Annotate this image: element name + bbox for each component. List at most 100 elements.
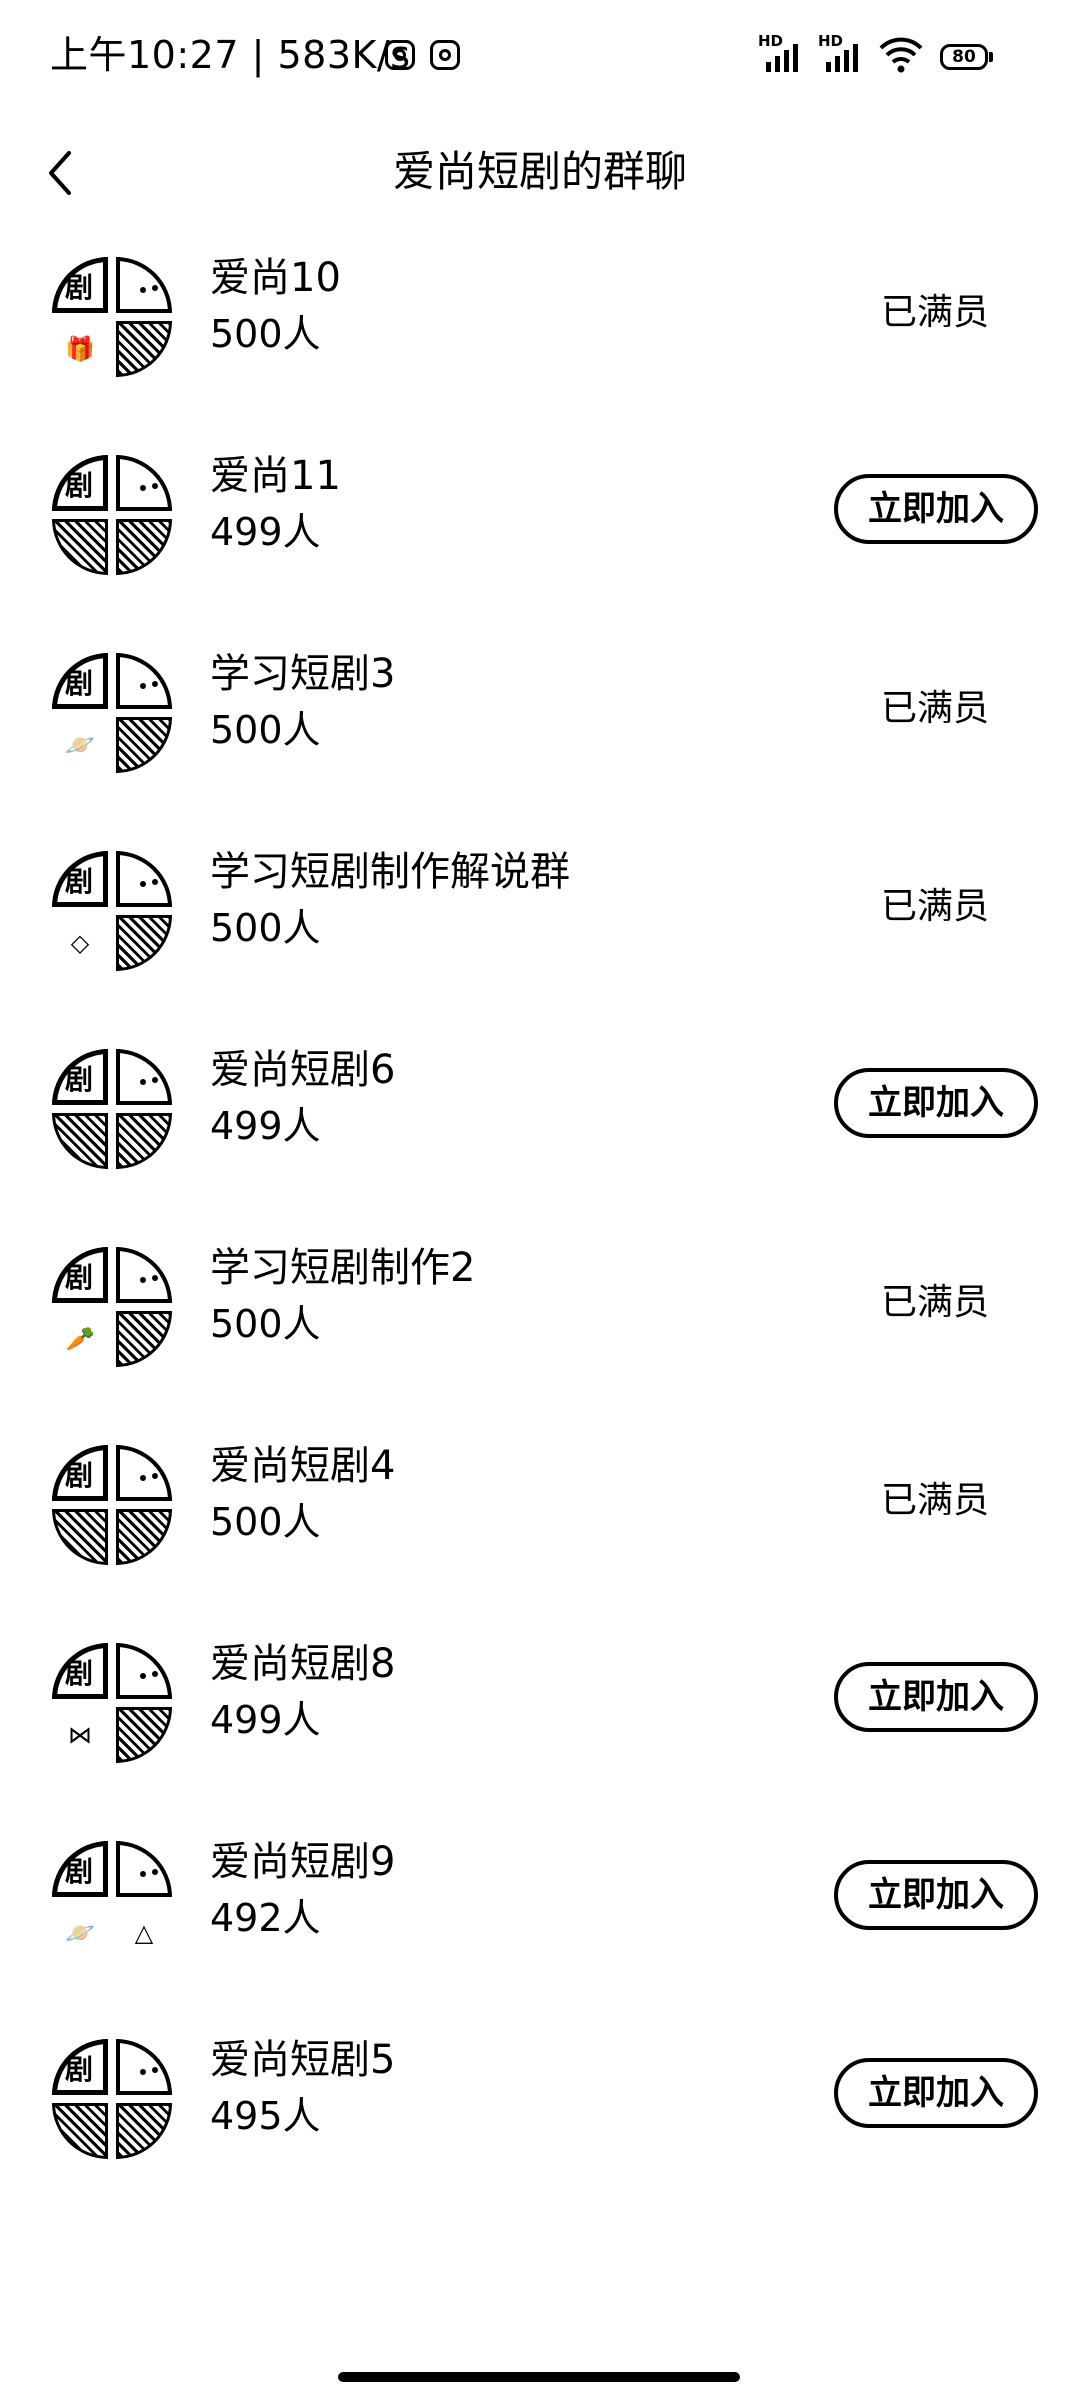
group-row[interactable]: 剧 ◇ 学习短剧制作解说群 500人 已满员: [0, 834, 1080, 1032]
cartoon-face-icon: [116, 1445, 172, 1501]
logo-icon: 剧: [52, 1049, 108, 1105]
cartoon-face-icon: [116, 1643, 172, 1699]
member-photo: [116, 1113, 172, 1169]
group-avatar: 剧: [52, 1445, 172, 1565]
notification-camera-icon: [430, 40, 460, 70]
join-button[interactable]: 立即加入: [834, 474, 1038, 544]
join-button[interactable]: 立即加入: [834, 1068, 1038, 1138]
member-photo: [116, 2103, 172, 2159]
logo-icon: 剧: [52, 653, 108, 709]
join-button[interactable]: 立即加入: [834, 1662, 1038, 1732]
cartoon-face-icon: [116, 1049, 172, 1105]
logo-icon: 剧: [52, 455, 108, 511]
group-row[interactable]: 剧 🪐 学习短剧3 500人 已满员: [0, 636, 1080, 834]
bow-icon: ⋈: [52, 1707, 108, 1763]
group-avatar: 剧 🎁: [52, 257, 172, 377]
screen: 上午10:27 | 583K/s HD HD 80 爱尚短剧的群聊 剧 🎁 爱尚…: [0, 0, 1080, 2400]
cartoon-face-icon: [116, 1247, 172, 1303]
member-photo: [116, 717, 172, 773]
group-name: 爱尚10: [210, 255, 341, 301]
group-full-label: 已满员: [880, 886, 989, 927]
logo-icon: 剧: [52, 2039, 108, 2095]
diamond-icon: ◇: [52, 915, 108, 971]
member-photo: [52, 2103, 108, 2159]
planet-icon: 🪐: [52, 717, 108, 773]
group-name: 爱尚11: [210, 453, 341, 499]
signal2-label: HD: [818, 32, 844, 50]
home-indicator[interactable]: [338, 2372, 740, 2382]
group-avatar: 剧 🪐 △: [52, 1841, 172, 1961]
carrot-icon: 🥕: [52, 1311, 108, 1367]
member-count: 500人: [210, 708, 321, 752]
group-name: 爱尚短剧6: [210, 1047, 396, 1093]
member-photo: [116, 915, 172, 971]
member-count: 495人: [210, 2094, 321, 2138]
group-name: 爱尚短剧4: [210, 1443, 396, 1489]
group-full-label: 已满员: [880, 688, 989, 729]
battery-level: 80: [940, 44, 988, 70]
member-photo: [52, 519, 108, 575]
watermelon-icon: △: [116, 1905, 172, 1961]
logo-icon: 剧: [52, 1445, 108, 1501]
group-name: 学习短剧3: [210, 651, 396, 697]
member-count: 499人: [210, 1698, 321, 1742]
member-count: 499人: [210, 1104, 321, 1148]
group-avatar: 剧: [52, 1049, 172, 1169]
logo-icon: 剧: [52, 1643, 108, 1699]
group-row[interactable]: 剧 爱尚11 499人 立即加入: [0, 438, 1080, 636]
notification-app-icon: [385, 40, 415, 70]
group-avatar: 剧: [52, 2039, 172, 2159]
cartoon-face-icon: [116, 1841, 172, 1897]
logo-icon: 剧: [52, 851, 108, 907]
page-title: 爱尚短剧的群聊: [392, 147, 687, 196]
group-name: 爱尚短剧8: [210, 1641, 396, 1687]
group-avatar: 剧 🪐: [52, 653, 172, 773]
group-name: 爱尚短剧5: [210, 2037, 396, 2083]
member-photo: [116, 519, 172, 575]
group-row[interactable]: 剧 爱尚短剧6 499人 立即加入: [0, 1032, 1080, 1230]
member-count: 500人: [210, 1500, 321, 1544]
group-avatar: 剧 ⋈: [52, 1643, 172, 1763]
title-bar: 爱尚短剧的群聊: [0, 110, 1080, 240]
status-time: 上午10:27: [50, 33, 240, 77]
group-list: 剧 🎁 爱尚10 500人 已满员剧爱尚11 499人 立即加入剧 🪐 学习短剧3 500人 已满员…: [0, 240, 1080, 2220]
group-avatar: 剧: [52, 455, 172, 575]
join-button[interactable]: 立即加入: [834, 2058, 1038, 2128]
logo-icon: 剧: [52, 257, 108, 313]
group-name: 学习短剧制作2: [210, 1245, 476, 1291]
member-photo: [116, 1509, 172, 1565]
group-row[interactable]: 剧 🪐 △ 爱尚短剧9 492人 立即加入: [0, 1824, 1080, 2022]
cartoon-face-icon: [116, 455, 172, 511]
member-count: 500人: [210, 906, 321, 950]
logo-icon: 剧: [52, 1247, 108, 1303]
group-avatar: 剧 ◇: [52, 851, 172, 971]
signal1-label: HD: [758, 32, 784, 50]
member-photo: [116, 1311, 172, 1367]
member-photo: [116, 1707, 172, 1763]
member-count: 500人: [210, 1302, 321, 1346]
group-name: 学习短剧制作解说群: [210, 849, 570, 895]
group-name: 爱尚短剧9: [210, 1839, 396, 1885]
group-row[interactable]: 剧 ⋈ 爱尚短剧8 499人 立即加入: [0, 1626, 1080, 1824]
member-photo: [52, 1509, 108, 1565]
cartoon-face-icon: [116, 851, 172, 907]
member-count: 500人: [210, 312, 321, 356]
group-avatar: 剧 🥕: [52, 1247, 172, 1367]
join-button[interactable]: 立即加入: [834, 1860, 1038, 1930]
group-full-label: 已满员: [880, 1282, 989, 1323]
member-photo: [52, 1113, 108, 1169]
cartoon-face-icon: [116, 653, 172, 709]
member-photo: [116, 321, 172, 377]
gift-icon: 🎁: [52, 321, 108, 377]
logo-icon: 剧: [52, 1841, 108, 1897]
cartoon-face-icon: [116, 2039, 172, 2095]
group-full-label: 已满员: [880, 1480, 989, 1521]
status-time-and-speed: 上午10:27 | 583K/s: [50, 33, 411, 77]
group-row[interactable]: 剧 爱尚短剧5 495人 立即加入: [0, 2022, 1080, 2220]
status-bar: 上午10:27 | 583K/s HD HD 80: [0, 0, 1080, 110]
group-full-label: 已满员: [880, 292, 989, 333]
planet-icon: 🪐: [52, 1905, 108, 1961]
group-row[interactable]: 剧 🎁 爱尚10 500人 已满员: [0, 240, 1080, 438]
group-row[interactable]: 剧 爱尚短剧4 500人 已满员: [0, 1428, 1080, 1626]
group-row[interactable]: 剧 🥕 学习短剧制作2 500人 已满员: [0, 1230, 1080, 1428]
